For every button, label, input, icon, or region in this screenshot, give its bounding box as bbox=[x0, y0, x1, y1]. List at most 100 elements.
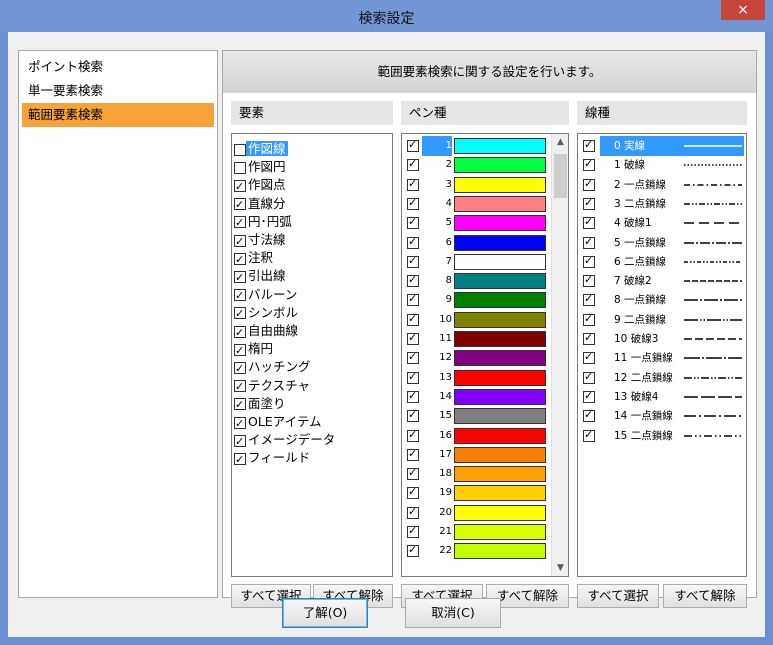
line-type-item[interactable]: 4 破線1 bbox=[578, 213, 744, 233]
pen-list-item[interactable]: 16 bbox=[402, 426, 554, 446]
checkbox[interactable] bbox=[234, 251, 246, 269]
pen-list-item[interactable]: 11 bbox=[402, 329, 554, 349]
checkbox[interactable] bbox=[234, 196, 246, 214]
line-type-item[interactable]: 9 二点鎖線 bbox=[578, 310, 744, 330]
pen-list-item[interactable]: 2 bbox=[402, 155, 554, 175]
checkbox[interactable] bbox=[407, 466, 419, 481]
line-type-item[interactable]: 14 一点鎖線 bbox=[578, 406, 744, 426]
scroll-down-icon[interactable]: ▼ bbox=[552, 560, 568, 576]
checkbox[interactable] bbox=[234, 451, 246, 469]
line-deselect-all-button[interactable]: すべて解除 bbox=[663, 584, 747, 608]
element-list-item[interactable]: フィールド bbox=[234, 449, 312, 469]
pen-listbox[interactable]: 22212019181716151413121110987654321 ▲ ▼ bbox=[401, 133, 569, 577]
checkbox[interactable] bbox=[407, 273, 419, 288]
checkbox[interactable] bbox=[583, 389, 595, 403]
line-type-item[interactable]: 12 二点鎖線 bbox=[578, 368, 744, 388]
checkbox[interactable] bbox=[407, 138, 419, 152]
line-type-item[interactable]: 7 破線2 bbox=[578, 271, 744, 291]
checkbox[interactable] bbox=[234, 360, 246, 378]
checkbox[interactable] bbox=[407, 447, 419, 461]
pen-list-item[interactable]: 18 bbox=[402, 464, 554, 484]
checkbox[interactable] bbox=[234, 233, 246, 251]
element-list-item[interactable]: バルーン bbox=[234, 286, 299, 305]
pen-list-item[interactable]: 7 bbox=[402, 252, 554, 272]
checkbox[interactable] bbox=[407, 389, 419, 403]
pen-list-item[interactable]: 15 bbox=[402, 406, 554, 426]
checkbox[interactable] bbox=[234, 161, 246, 174]
checkbox[interactable] bbox=[407, 292, 419, 307]
checkbox[interactable] bbox=[583, 254, 595, 268]
element-list-item[interactable]: 注釈 bbox=[234, 249, 275, 269]
line-type-listbox[interactable]: 0 実線1 破線2 一点鎖線3 二点鎖線4 破線15 一点鎖線6 二点鎖線7 破… bbox=[577, 133, 747, 577]
pen-list-item[interactable]: 9 bbox=[402, 290, 554, 310]
element-list-item[interactable]: 寸法線 bbox=[234, 231, 288, 251]
element-list-item[interactable]: 面塗り bbox=[234, 395, 288, 414]
checkbox[interactable] bbox=[407, 408, 419, 423]
checkbox[interactable] bbox=[234, 178, 246, 196]
element-list-item[interactable]: 引出線 bbox=[234, 267, 288, 287]
element-list-item[interactable]: 円･円弧 bbox=[234, 213, 294, 232]
checkbox[interactable] bbox=[234, 287, 246, 305]
element-list-item[interactable]: 作図円 bbox=[234, 158, 288, 176]
pen-list-item[interactable]: 6 bbox=[402, 233, 554, 253]
element-list-item[interactable]: テクスチャ bbox=[234, 377, 312, 396]
nav-item-single-element-search[interactable]: 単一要素検索 bbox=[22, 79, 214, 103]
pen-list-item[interactable]: 17 bbox=[402, 445, 554, 465]
element-list-item[interactable]: 楕円 bbox=[234, 340, 275, 360]
checkbox[interactable] bbox=[234, 305, 246, 323]
checkbox[interactable] bbox=[407, 485, 419, 500]
checkbox[interactable] bbox=[407, 235, 419, 249]
pen-list-item[interactable]: 13 bbox=[402, 368, 554, 388]
nav-item-range-element-search[interactable]: 範囲要素検索 bbox=[22, 103, 214, 127]
line-type-item[interactable]: 11 一点鎖線 bbox=[578, 348, 744, 368]
element-list-item[interactable]: ハッチング bbox=[234, 358, 313, 378]
pen-list-item[interactable]: 12 bbox=[402, 348, 554, 368]
elements-listbox[interactable]: 作図線作図円作図点直線分円･円弧寸法線注釈引出線バルーンシンボル自由曲線楕円ハッ… bbox=[231, 133, 393, 577]
pen-list-item[interactable]: 21 bbox=[402, 522, 554, 542]
pen-list-item[interactable]: 19 bbox=[402, 483, 554, 503]
element-list-item[interactable]: イメージデータ bbox=[234, 431, 337, 451]
line-type-item[interactable]: 13 破線4 bbox=[578, 387, 744, 407]
checkbox[interactable] bbox=[583, 292, 595, 307]
checkbox[interactable] bbox=[583, 157, 595, 172]
checkbox[interactable] bbox=[407, 428, 419, 442]
line-type-item[interactable]: 15 二点鎖線 bbox=[578, 426, 744, 446]
checkbox[interactable] bbox=[583, 177, 595, 191]
checkbox[interactable] bbox=[407, 196, 419, 210]
element-list-item[interactable]: シンボル bbox=[234, 304, 300, 323]
checkbox[interactable] bbox=[583, 408, 595, 423]
checkbox[interactable] bbox=[583, 196, 595, 210]
checkbox[interactable] bbox=[234, 433, 246, 451]
pen-scrollbar[interactable]: ▲ ▼ bbox=[551, 134, 568, 576]
checkbox[interactable] bbox=[583, 273, 595, 288]
checkbox[interactable] bbox=[234, 214, 246, 232]
checkbox[interactable] bbox=[583, 312, 595, 326]
checkbox[interactable] bbox=[234, 415, 246, 433]
line-type-item[interactable]: 5 一点鎖線 bbox=[578, 233, 744, 253]
pen-list-item[interactable]: 14 bbox=[402, 387, 554, 407]
scroll-up-icon[interactable]: ▲ bbox=[552, 134, 568, 150]
element-list-item[interactable]: 自由曲線 bbox=[234, 322, 300, 342]
element-list-item[interactable]: 直線分 bbox=[234, 195, 288, 214]
line-type-item[interactable]: 1 破線 bbox=[578, 155, 744, 175]
line-type-item[interactable]: 6 二点鎖線 bbox=[578, 252, 744, 272]
pen-list-item[interactable]: 10 bbox=[402, 310, 554, 330]
checkbox[interactable] bbox=[583, 331, 595, 345]
pen-list-item[interactable]: 22 bbox=[402, 541, 554, 561]
checkbox[interactable] bbox=[407, 524, 419, 538]
checkbox[interactable] bbox=[407, 215, 419, 230]
nav-item-point-search[interactable]: ポイント検索 bbox=[22, 55, 214, 79]
checkbox[interactable] bbox=[234, 324, 246, 342]
line-type-item[interactable]: 10 破線3 bbox=[578, 329, 744, 349]
checkbox[interactable] bbox=[583, 138, 595, 152]
line-type-item[interactable]: 2 一点鎖線 bbox=[578, 175, 744, 195]
pen-list-item[interactable]: 20 bbox=[402, 503, 554, 523]
checkbox[interactable] bbox=[407, 505, 419, 519]
checkbox[interactable] bbox=[234, 143, 246, 156]
checkbox[interactable] bbox=[583, 370, 595, 384]
line-type-item[interactable]: 3 二点鎖線 bbox=[578, 194, 744, 214]
checkbox[interactable] bbox=[583, 235, 595, 249]
close-button[interactable]: × bbox=[721, 0, 765, 20]
checkbox[interactable] bbox=[407, 543, 419, 558]
line-type-item[interactable]: 8 一点鎖線 bbox=[578, 290, 744, 310]
